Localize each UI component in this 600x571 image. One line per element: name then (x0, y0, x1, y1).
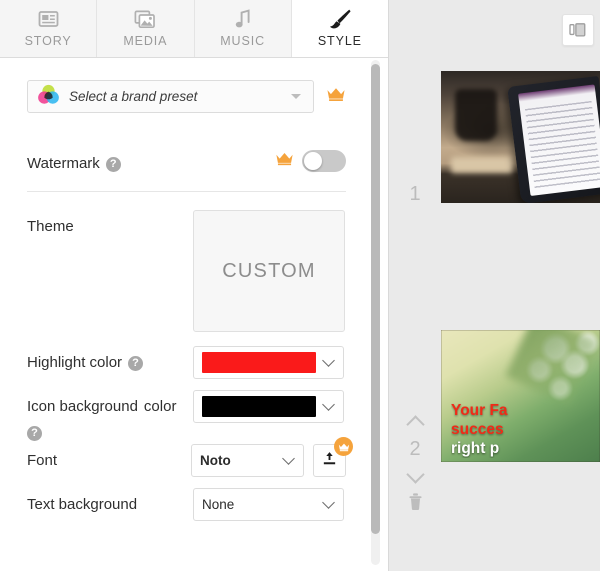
highlight-color-swatch (202, 352, 316, 373)
font-control: Noto (191, 437, 353, 477)
watermark-label-group: Watermark ? (27, 147, 161, 176)
text-background-label-group: Text background (27, 488, 193, 517)
chevron-down-icon (282, 452, 295, 465)
text-background-select[interactable]: None (193, 488, 344, 521)
chevron-down-icon[interactable] (405, 465, 425, 484)
tablet-shape (507, 75, 600, 203)
font-row: Font Noto (27, 437, 353, 484)
tab-story[interactable]: STORY (0, 0, 98, 57)
tab-music[interactable]: MUSIC (194, 0, 292, 57)
icon-background-color-help-icon[interactable]: ? (27, 426, 42, 441)
settings-scrollbar-thumb[interactable] (371, 64, 380, 534)
chevron-down-icon (322, 354, 335, 367)
icon-background-color-swatch (202, 396, 316, 417)
storyboard-panel: 1 2 Your Fa succes right p (389, 0, 600, 571)
music-icon (235, 6, 251, 32)
brand-preset-row: Select a brand preset (27, 80, 346, 113)
crown-icon (334, 437, 353, 456)
paper-shape (451, 157, 513, 173)
scene-1-gutter: 1 (389, 71, 441, 206)
app-root: STORY MEDIA MUSIC STYLE Select a brand p… (0, 0, 600, 571)
panel-collapse-icon[interactable] (562, 14, 594, 46)
text-background-label: Text background (27, 496, 138, 513)
text-background-row: Text background None (27, 488, 346, 528)
theme-row: Theme CUSTOM (27, 210, 346, 332)
text-background-value: None (202, 497, 235, 512)
theme-value: CUSTOM (222, 259, 316, 282)
scene-number: 2 (409, 438, 421, 460)
toggle-knob (304, 152, 322, 170)
tab-style[interactable]: STYLE (291, 0, 388, 57)
scene-number: 1 (409, 183, 421, 205)
brand-preset-placeholder: Select a brand preset (69, 89, 198, 104)
tab-media-label: MEDIA (123, 34, 168, 48)
media-icon (134, 6, 156, 32)
scene-item[interactable]: 1 (389, 71, 600, 206)
crown-icon (326, 86, 346, 107)
icon-background-color-label-group: Icon background color ? (27, 390, 193, 441)
font-label: Font (27, 452, 58, 469)
watermark-row: Watermark ? (27, 139, 346, 183)
style-settings-scroll: Select a brand preset Watermark ? Theme … (0, 58, 388, 571)
theme-label-group: Theme (27, 210, 193, 239)
icon-background-color-picker[interactable] (193, 390, 344, 423)
scene-item[interactable]: 2 Your Fa succes right p (389, 330, 600, 516)
brand-preset-select[interactable]: Select a brand preset (27, 80, 314, 113)
font-value: Noto (200, 453, 231, 468)
watermark-toggle[interactable] (302, 150, 346, 172)
highlight-color-label: Highlight color (27, 354, 123, 371)
chevron-down-icon (322, 496, 335, 509)
overlay-line-2: succes (451, 421, 504, 438)
font-label-group: Font (27, 444, 191, 473)
watermark-control (275, 150, 346, 172)
scene-thumbnail[interactable]: Your Fa succes right p (441, 330, 600, 462)
coffee-mug-shape (455, 89, 497, 141)
scene-2-gutter: 2 (389, 330, 441, 516)
scene-text-overlay: Your Fa succes right p (451, 401, 596, 458)
tablet-screen (518, 84, 600, 196)
crown-icon (275, 151, 294, 171)
font-select[interactable]: Noto (191, 444, 304, 477)
watermark-help-icon[interactable]: ? (105, 156, 121, 172)
icon-background-color-label-line2: color (143, 398, 177, 415)
theme-card-custom[interactable]: CUSTOM (193, 210, 345, 332)
chevron-down-icon (322, 398, 335, 411)
highlight-color-row: Highlight color ? (27, 346, 346, 386)
highlight-color-help-icon[interactable]: ? (128, 356, 144, 371)
tab-style-label: STYLE (317, 34, 362, 48)
icon-background-color-label-line1: Icon background (27, 398, 138, 415)
highlight-color-label-group: Highlight color ? (27, 346, 193, 375)
tab-media[interactable]: MEDIA (97, 0, 195, 57)
font-upload-button[interactable] (313, 437, 353, 477)
trash-icon[interactable] (407, 492, 424, 516)
settings-scrollbar[interactable] (371, 60, 380, 565)
editor-tabbar: STORY MEDIA MUSIC STYLE (0, 0, 388, 58)
brush-icon (328, 6, 352, 32)
chevron-up-icon[interactable] (405, 415, 425, 434)
tab-music-label: MUSIC (220, 34, 266, 48)
story-icon (38, 6, 59, 32)
icon-background-color-row: Icon background color ? (27, 390, 346, 441)
overlay-line-3: right p (451, 440, 500, 457)
theme-label: Theme (27, 218, 74, 235)
editor-panel: STORY MEDIA MUSIC STYLE Select a brand p… (0, 0, 389, 571)
tab-story-label: STORY (24, 34, 72, 48)
highlight-color-picker[interactable] (193, 346, 344, 379)
settings-divider (27, 191, 346, 192)
chevron-down-icon (291, 94, 301, 99)
brand-circles-icon (37, 83, 60, 111)
watermark-label: Watermark (27, 154, 100, 172)
scene-thumbnail[interactable] (441, 71, 600, 203)
overlay-line-1: Your Fa (451, 402, 508, 419)
